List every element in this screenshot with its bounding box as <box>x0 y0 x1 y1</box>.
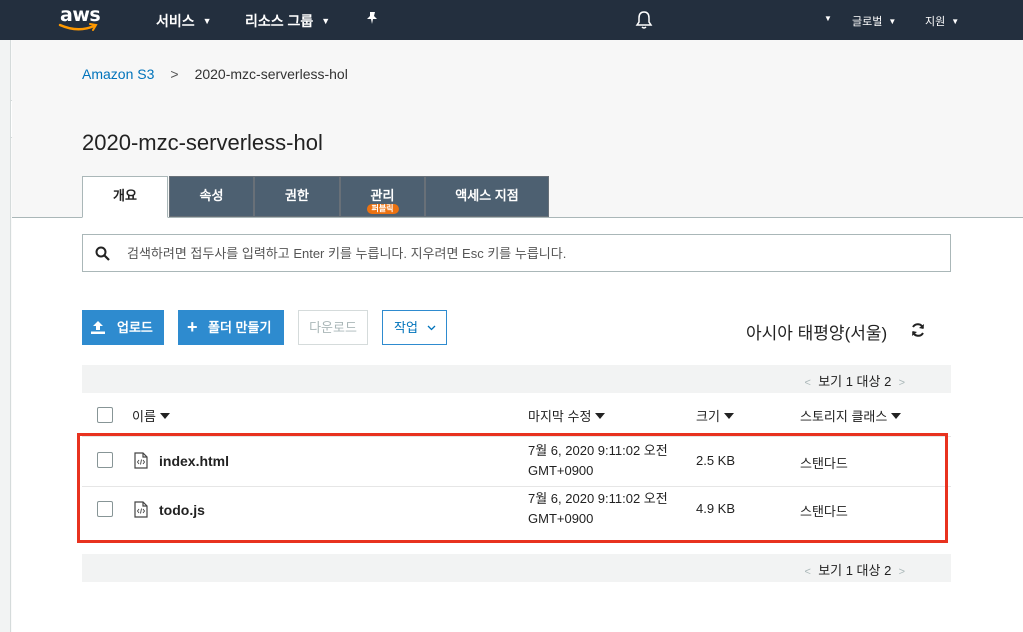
create-folder-button[interactable]: + 폴더 만들기 <box>178 310 284 345</box>
pin-icon[interactable] <box>366 11 379 28</box>
pagination-bar-bottom: < 보기 1 대상 2 > <box>82 554 951 582</box>
tab-label: 개요 <box>113 188 137 203</box>
column-label: 마지막 수정 <box>528 409 592 424</box>
column-header-storage-class[interactable]: 스토리지 클래스 <box>800 406 902 425</box>
column-label: 스토리지 클래스 <box>800 409 888 424</box>
sort-caret-icon <box>891 413 902 419</box>
tab-overview[interactable]: 개요 <box>82 176 168 218</box>
chevron-down-icon <box>427 325 436 331</box>
tab-management[interactable]: 관리 퍼블릭 <box>340 176 425 217</box>
resource-groups-label: 리소스 그룹 <box>245 13 314 29</box>
services-menu[interactable]: 서비스 ▼ <box>156 11 212 31</box>
chevron-down-icon: ▼ <box>951 17 960 26</box>
search-icon <box>95 246 110 261</box>
plus-icon: + <box>187 317 198 337</box>
tab-label: 속성 <box>199 188 224 203</box>
create-folder-label: 폴더 만들기 <box>208 320 272 335</box>
sort-caret-icon <box>723 413 734 419</box>
chevron-down-icon: ▼ <box>888 17 897 26</box>
sort-caret-icon <box>159 413 170 419</box>
upload-label: 업로드 <box>117 320 153 335</box>
search-box <box>82 234 951 272</box>
pagination: < 보기 1 대상 2 > <box>805 560 905 579</box>
select-all-checkbox[interactable] <box>97 407 113 423</box>
tab-label: 관리 <box>370 188 395 203</box>
breadcrumb-separator: > <box>170 66 179 82</box>
breadcrumb-s3-link[interactable]: Amazon S3 <box>82 66 154 82</box>
next-page-icon[interactable]: > <box>899 377 905 389</box>
column-label: 이름 <box>132 409 156 424</box>
column-header-modified[interactable]: 마지막 수정 <box>528 406 606 425</box>
aws-logo[interactable]: aws <box>58 4 104 34</box>
side-drawer <box>0 40 11 632</box>
page-title: 2020-mzc-serverless-hol <box>82 130 323 155</box>
download-label: 다운로드 <box>309 320 357 335</box>
highlight-annotation <box>77 433 948 543</box>
prev-page-icon[interactable]: < <box>805 566 811 578</box>
top-navigation-bar: aws 서비스 ▼ 리소스 그룹 ▼ ▼ 글로벌 ▼ 지원 ▼ <box>0 0 1023 40</box>
resource-groups-menu[interactable]: 리소스 그룹 ▼ <box>245 11 330 31</box>
pagination-text: 보기 1 대상 2 <box>818 374 892 389</box>
download-button[interactable]: 다운로드 <box>298 310 368 345</box>
column-header-name[interactable]: 이름 <box>132 406 170 425</box>
column-label: 크기 <box>696 409 720 424</box>
bell-icon[interactable] <box>635 10 653 35</box>
chevron-down-icon: ▼ <box>824 14 832 23</box>
tab-label: 권한 <box>285 188 309 203</box>
support-menu[interactable]: 지원 ▼ <box>925 13 959 29</box>
tab-access-points[interactable]: 액세스 지점 <box>425 176 549 217</box>
pagination: < 보기 1 대상 2 > <box>805 371 905 390</box>
aws-smile-icon <box>58 23 98 31</box>
chevron-down-icon: ▼ <box>321 16 331 26</box>
refresh-icon[interactable] <box>910 322 926 338</box>
tab-properties[interactable]: 속성 <box>169 176 254 217</box>
account-menu[interactable]: ▼ <box>818 13 832 25</box>
actions-dropdown[interactable]: 작업 <box>382 310 447 345</box>
sort-caret-icon <box>595 413 606 419</box>
pagination-text: 보기 1 대상 2 <box>818 563 892 578</box>
tab-label: 액세스 지점 <box>455 188 519 203</box>
upload-icon <box>91 321 105 334</box>
services-label: 서비스 <box>156 13 195 29</box>
tab-permissions[interactable]: 권한 <box>254 176 340 217</box>
public-badge: 퍼블릭 <box>366 204 399 214</box>
global-label: 글로벌 <box>852 16 883 28</box>
upload-button[interactable]: 업로드 <box>82 310 164 345</box>
breadcrumb-current: 2020-mzc-serverless-hol <box>194 66 348 82</box>
actions-label: 작업 <box>394 320 418 335</box>
region-menu[interactable]: 글로벌 ▼ <box>852 13 896 29</box>
search-input[interactable] <box>127 243 927 263</box>
next-page-icon[interactable]: > <box>899 566 905 578</box>
prev-page-icon[interactable]: < <box>805 377 811 389</box>
support-label: 지원 <box>925 16 946 28</box>
column-header-size[interactable]: 크기 <box>696 406 734 425</box>
chevron-down-icon: ▼ <box>202 16 212 26</box>
breadcrumb: Amazon S3 >2020-mzc-serverless-hol <box>82 66 348 82</box>
region-label: 아시아 태평양(서울) <box>746 324 888 343</box>
pagination-bar-top: < 보기 1 대상 2 > <box>82 365 951 393</box>
